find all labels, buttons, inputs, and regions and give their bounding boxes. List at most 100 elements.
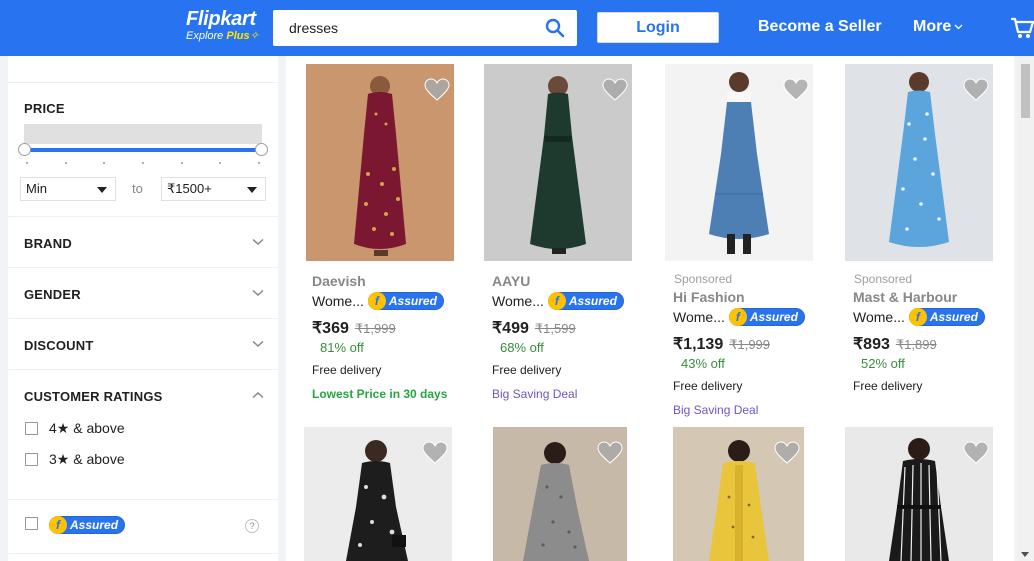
product-grid: Daevish Wome... f Assured ₹369 ₹1,999 81%… (286, 56, 1014, 561)
product-image[interactable] (306, 64, 454, 261)
product-card[interactable]: Daevish Wome... f Assured ₹369 ₹1,999 81%… (306, 64, 486, 414)
page-scrollbar[interactable] (1017, 56, 1034, 561)
rating-4-checkbox[interactable] (25, 422, 38, 435)
wishlist-heart-icon[interactable] (597, 441, 623, 465)
rating-3-checkbox[interactable] (25, 453, 38, 466)
chevron-down-icon (954, 24, 963, 30)
top-header: Flipkart Explore Plus✧ Login Become a Se… (0, 0, 1034, 56)
product-mrp: ₹1,999 (729, 337, 771, 352)
rating-3-label[interactable]: 3★ & above (49, 451, 125, 468)
wishlist-heart-icon[interactable] (963, 78, 989, 102)
price-title: PRICE (24, 101, 65, 116)
wishlist-heart-icon[interactable] (602, 78, 628, 102)
product-price: ₹1,139 (673, 336, 724, 353)
chevron-down-icon (252, 238, 264, 246)
wishlist-heart-icon[interactable] (783, 78, 809, 102)
search-input[interactable] (273, 10, 533, 46)
assured-filter-badge[interactable]: f Assured (49, 516, 126, 534)
assured-badge: f Assured (49, 516, 126, 534)
help-icon[interactable]: ? (245, 519, 259, 533)
product-title[interactable]: Wome... f Assured (312, 292, 444, 310)
delivery-info: Free delivery (673, 379, 743, 393)
price-row: ₹499 ₹1,599 (492, 318, 576, 338)
logo-main-text: Flipkart (186, 8, 256, 30)
price-slider-track[interactable] (24, 148, 262, 152)
price-to-label: to (132, 181, 143, 196)
flipkart-f-icon: f (728, 308, 747, 326)
dropdown-arrow-icon (97, 187, 107, 193)
product-title[interactable]: Wome... f Assured (853, 308, 985, 326)
product-mrp: ₹1,899 (895, 337, 937, 352)
product-brand: Mast & Harbour (853, 289, 958, 305)
product-mrp: ₹1,999 (354, 321, 396, 336)
price-max-select[interactable]: ₹1500+ (161, 177, 266, 201)
price-slider-max-handle[interactable] (255, 143, 268, 156)
delivery-info: Free delivery (312, 363, 382, 377)
product-image[interactable] (493, 427, 627, 561)
product-card[interactable]: Sponsored Hi Fashion Wome... f Assured ₹1… (665, 64, 845, 434)
product-title[interactable]: Wome... f Assured (673, 308, 805, 326)
scroll-down-arrow-icon[interactable] (1021, 552, 1029, 557)
product-image[interactable] (665, 64, 813, 261)
product-title-text: Wome... (312, 293, 364, 309)
assured-filter: f Assured ? (8, 499, 278, 553)
product-price: ₹893 (853, 336, 890, 353)
ratings-filter-title[interactable]: CUSTOMER RATINGS (24, 389, 163, 404)
product-title-text: Wome... (673, 309, 725, 325)
price-filter: PRICE Min to ₹1500+ (8, 82, 278, 216)
wishlist-heart-icon[interactable] (424, 78, 450, 102)
discount-filter[interactable]: DISCOUNT (8, 318, 278, 369)
price-min-select[interactable]: Min (20, 177, 116, 201)
sponsored-label: Sponsored (854, 272, 913, 286)
product-title-text: Wome... (492, 293, 544, 309)
rating-4-label[interactable]: 4★ & above (49, 420, 125, 437)
brand-filter-title: BRAND (24, 236, 72, 251)
discount-percent: 81% off (320, 340, 364, 355)
product-mrp: ₹1,599 (534, 321, 576, 336)
wishlist-heart-icon[interactable] (774, 441, 800, 465)
product-image[interactable] (304, 427, 452, 561)
price-row: ₹893 ₹1,899 (853, 334, 937, 354)
flipkart-logo[interactable]: Flipkart Explore Plus✧ (186, 9, 259, 42)
chevron-up-icon[interactable] (252, 391, 264, 399)
discount-percent: 52% off (861, 356, 905, 371)
product-image[interactable] (845, 427, 993, 561)
login-button[interactable]: Login (597, 12, 719, 43)
gender-filter[interactable]: GENDER (8, 267, 278, 318)
product-image[interactable] (673, 427, 804, 561)
flipkart-f-icon: f (367, 292, 386, 310)
price-histogram (24, 124, 262, 144)
assured-checkbox[interactable] (25, 517, 38, 530)
assured-badge: f Assured (547, 292, 624, 310)
price-max-value: ₹1500+ (167, 181, 212, 196)
more-menu[interactable]: More (913, 18, 963, 36)
become-seller-link[interactable]: Become a Seller (758, 18, 882, 36)
assured-badge: f Assured (367, 292, 444, 310)
cart-icon[interactable] (1010, 17, 1034, 39)
dropdown-arrow-icon (247, 187, 257, 193)
price-slider-min-handle[interactable] (18, 143, 31, 156)
assured-badge: f Assured (908, 308, 985, 326)
product-title-text: Wome... (853, 309, 905, 325)
brand-filter[interactable]: BRAND (8, 216, 278, 267)
product-image[interactable] (845, 64, 993, 261)
discount-filter-title: DISCOUNT (24, 338, 94, 353)
wishlist-heart-icon[interactable] (963, 441, 989, 465)
sidebar-divider (8, 553, 278, 561)
logo-sub-text: Explore Plus✧ (186, 30, 259, 42)
product-image[interactable] (484, 64, 632, 261)
sponsored-label: Sponsored (674, 272, 733, 286)
assured-badge-label: Assured (70, 518, 119, 532)
product-card[interactable]: Sponsored Mast & Harbour Wome... f Assure… (845, 64, 1025, 414)
product-title[interactable]: Wome... f Assured (492, 292, 624, 310)
scrollbar-thumb[interactable] (1021, 64, 1030, 118)
flipkart-f-icon: f (547, 292, 566, 310)
discount-percent: 68% off (500, 340, 544, 355)
search-icon[interactable] (545, 18, 565, 38)
wishlist-heart-icon[interactable] (422, 441, 448, 465)
product-card[interactable]: AAYU Wome... f Assured ₹499 ₹1,599 68% of… (484, 64, 664, 414)
assured-badge-label: Assured (749, 310, 798, 324)
plus-star-icon: ✧ (249, 30, 259, 42)
product-brand: Daevish (312, 273, 366, 289)
product-price: ₹369 (312, 320, 349, 337)
